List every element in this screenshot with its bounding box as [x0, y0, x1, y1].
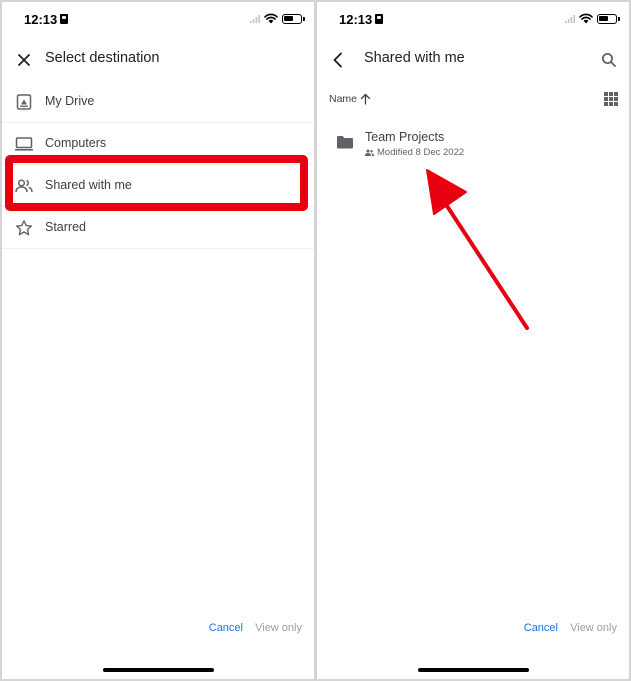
destination-label: Computers — [45, 136, 107, 150]
close-icon[interactable] — [14, 50, 34, 70]
pointer-arrow-annotation — [426, 169, 529, 330]
page-title: Select destination — [45, 50, 160, 66]
file-name: Team Projects — [365, 130, 445, 144]
wifi-icon — [264, 13, 278, 24]
wifi-icon — [579, 13, 593, 24]
destination-label: Starred — [45, 220, 86, 234]
back-arrow-icon[interactable] — [328, 50, 348, 70]
notification-badge-icon — [60, 14, 68, 24]
file-row-team-projects[interactable]: Team Projects Modified 8 Dec 2022 — [317, 124, 629, 168]
cancel-button[interactable]: Cancel — [524, 622, 558, 634]
dialog-actions: Cancel View only — [317, 622, 629, 642]
arrow-up-icon[interactable] — [360, 93, 371, 105]
destination-label: My Drive — [45, 94, 95, 108]
cellular-signal-icon — [565, 15, 575, 23]
app-bar: Shared with me — [317, 38, 629, 82]
destination-label: Shared with me — [45, 178, 132, 192]
status-time: 12:13 — [24, 12, 58, 27]
people-icon — [365, 149, 374, 156]
file-modified-date: Modified 8 Dec 2022 — [377, 147, 465, 158]
destination-item-starred[interactable]: Starred — [2, 207, 314, 249]
cancel-button[interactable]: Cancel — [209, 622, 243, 634]
app-bar: Select destination — [2, 38, 314, 82]
status-bar: 12:13 — [2, 2, 314, 38]
sort-by-name-button[interactable]: Name — [329, 93, 357, 105]
drive-icon — [16, 94, 32, 110]
grid-view-icon[interactable] — [603, 91, 619, 107]
status-bar: 12:13 — [317, 2, 629, 38]
view-only-button: View only — [255, 622, 302, 634]
destination-item-shared-with-me[interactable]: Shared with me — [2, 165, 314, 207]
view-only-button: View only — [570, 622, 617, 634]
status-time: 12:13 — [339, 12, 373, 27]
cellular-signal-icon — [250, 15, 260, 23]
battery-icon — [282, 14, 305, 24]
home-indicator[interactable] — [418, 668, 529, 672]
page-title: Shared with me — [364, 50, 465, 66]
search-icon[interactable] — [599, 50, 619, 70]
destination-list: My Drive Computers Shared with me Starre… — [2, 81, 314, 249]
folder-icon — [337, 136, 353, 149]
people-icon — [15, 179, 33, 193]
home-indicator[interactable] — [103, 668, 214, 672]
select-destination-screen: 12:13 Select destination My Drive Comput… — [2, 2, 314, 679]
computer-icon — [15, 137, 33, 151]
star-icon — [16, 220, 32, 236]
battery-icon — [597, 14, 620, 24]
notification-badge-icon — [375, 14, 383, 24]
destination-item-computers[interactable]: Computers — [2, 123, 314, 165]
destination-item-my-drive[interactable]: My Drive — [2, 81, 314, 123]
shared-with-me-screen: 12:13 Shared with me Name Team Projects … — [317, 2, 629, 679]
sort-bar: Name — [317, 90, 629, 112]
dialog-actions: Cancel View only — [2, 622, 314, 642]
